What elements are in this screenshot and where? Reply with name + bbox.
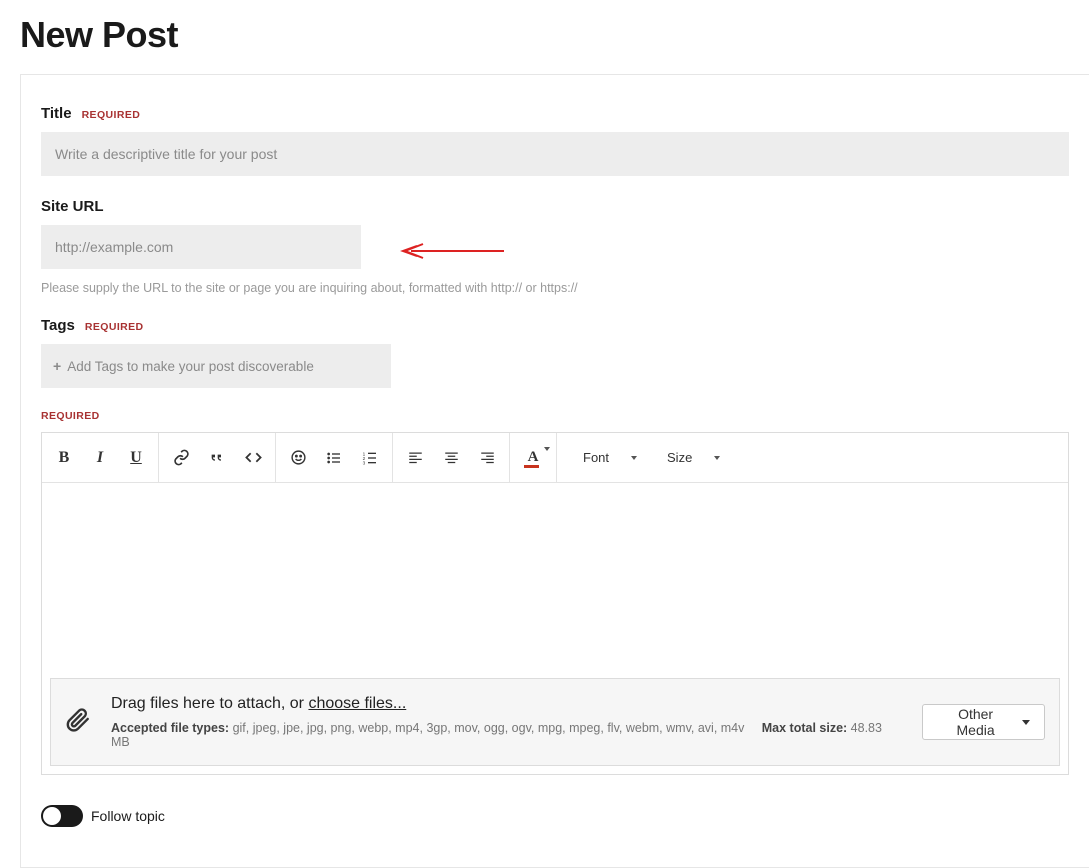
link-icon: [173, 449, 190, 466]
svg-text:3: 3: [363, 460, 366, 465]
align-right-button[interactable]: [469, 440, 505, 476]
emoji-button[interactable]: [280, 440, 316, 476]
link-button[interactable]: [163, 440, 199, 476]
italic-button[interactable]: I: [82, 440, 118, 476]
tags-placeholder: Add Tags to make your post discoverable: [67, 359, 314, 374]
bullet-list-button[interactable]: [316, 440, 352, 476]
choose-files-link[interactable]: choose files...: [308, 695, 406, 712]
editor-toolbar: B I U: [42, 433, 1068, 483]
bullet-list-icon: [326, 450, 342, 466]
follow-topic-row: Follow topic: [41, 805, 1069, 827]
text-color-button[interactable]: A: [514, 440, 552, 476]
caret-down-icon: [714, 456, 720, 460]
quote-icon: [209, 450, 225, 466]
align-center-icon: [444, 450, 459, 465]
text-color-icon: A: [528, 449, 539, 466]
size-dropdown-label: Size: [667, 450, 692, 465]
field-title: Title REQUIRED: [41, 105, 1069, 176]
font-dropdown-label: Font: [583, 450, 609, 465]
follow-topic-toggle[interactable]: [41, 805, 83, 827]
tags-label: Tags: [41, 317, 75, 334]
numbered-list-button[interactable]: 123: [352, 440, 388, 476]
font-dropdown[interactable]: Font: [561, 440, 653, 476]
underline-button[interactable]: U: [118, 440, 154, 476]
attach-instructions: Drag files here to attach, or choose fil…: [111, 695, 902, 713]
align-left-button[interactable]: [397, 440, 433, 476]
site-url-input[interactable]: [41, 225, 361, 269]
attachment-panel[interactable]: Drag files here to attach, or choose fil…: [50, 678, 1060, 766]
rich-text-editor: B I U: [41, 432, 1069, 775]
editor-body[interactable]: [42, 483, 1068, 678]
align-right-icon: [480, 450, 495, 465]
numbered-list-icon: 123: [362, 450, 378, 466]
other-media-button[interactable]: Other Media: [922, 704, 1045, 740]
align-center-button[interactable]: [433, 440, 469, 476]
size-dropdown[interactable]: Size: [653, 440, 736, 476]
plus-icon: +: [53, 358, 61, 374]
title-label: Title: [41, 105, 72, 122]
align-left-icon: [408, 450, 423, 465]
tags-required-tag: REQUIRED: [85, 321, 144, 333]
other-media-label: Other Media: [937, 706, 1014, 738]
tags-input[interactable]: + Add Tags to make your post discoverabl…: [41, 344, 391, 388]
caret-down-icon: [631, 456, 637, 460]
paperclip-icon: [65, 707, 91, 738]
site-url-helper: Please supply the URL to the site or pag…: [41, 281, 1069, 295]
title-input[interactable]: [41, 132, 1069, 176]
field-tags: Tags REQUIRED + Add Tags to make your po…: [41, 317, 1069, 388]
follow-topic-label: Follow topic: [91, 808, 165, 824]
caret-down-icon: [1022, 720, 1030, 725]
attach-meta: Accepted file types: gif, jpeg, jpe, jpg…: [111, 721, 902, 749]
site-url-label: Site URL: [41, 198, 104, 215]
field-site-url: Site URL Please supply the URL to the si…: [41, 198, 1069, 295]
body-required-tag: REQUIRED: [41, 410, 1069, 422]
code-button[interactable]: [235, 440, 271, 476]
bold-button[interactable]: B: [46, 440, 82, 476]
emoji-icon: [290, 449, 307, 466]
new-post-form: Title REQUIRED Site URL Please supply th…: [20, 74, 1089, 868]
code-icon: [245, 449, 262, 466]
page-title: New Post: [20, 14, 1089, 56]
annotation-arrow-icon: [399, 241, 509, 261]
quote-button[interactable]: [199, 440, 235, 476]
title-required-tag: REQUIRED: [82, 109, 141, 121]
